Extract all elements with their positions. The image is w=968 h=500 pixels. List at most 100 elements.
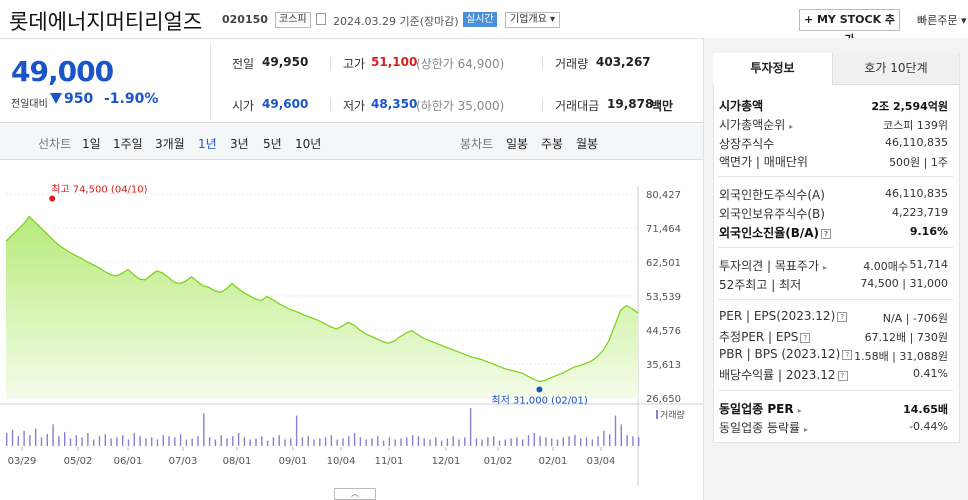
- add-mystock-button[interactable]: + MY STOCK 추가: [799, 9, 900, 46]
- volume-bar: [626, 435, 628, 446]
- price-area: [6, 216, 638, 398]
- volume-bar: [179, 434, 182, 446]
- change-label: 전일대비: [11, 99, 48, 110]
- volume-bar: [638, 437, 640, 446]
- listed-shares-value: 46,110,835: [885, 136, 948, 149]
- market-cap-value: 2조 2,594억원: [871, 100, 948, 113]
- stock-name: 롯데에너지머티리얼즈: [9, 10, 203, 34]
- volume-bar: [295, 415, 298, 446]
- volume-bar: [609, 434, 611, 446]
- volume-bar: [214, 439, 217, 446]
- lower-limit: (하한가 35,000): [416, 99, 505, 113]
- tab-investment-info[interactable]: 투자정보: [713, 53, 832, 84]
- foreign-holding-value: 4,223,719: [892, 206, 948, 219]
- volume-bar: [446, 438, 449, 446]
- opinion-label: 투자의견 | 목표주가 ▸: [719, 259, 827, 273]
- x-tick-label: 08/01: [223, 456, 252, 467]
- volume-bar: [545, 437, 547, 446]
- low-marker: [536, 386, 543, 393]
- x-tick-label: 12/01: [432, 456, 461, 467]
- volume-bar: [469, 408, 472, 446]
- volume-bar: [69, 438, 72, 446]
- prev-close-value: 49,950: [262, 55, 309, 69]
- volume-bar: [411, 435, 414, 446]
- volume-bar: [35, 428, 37, 446]
- foreign-limit-value: 46,110,835: [885, 187, 948, 200]
- divider: [718, 299, 953, 300]
- volume-bar: [440, 440, 443, 446]
- document-icon[interactable]: [316, 13, 326, 25]
- tab-10year[interactable]: 10년: [295, 135, 321, 152]
- tab-1week[interactable]: 1주일: [113, 135, 143, 152]
- opinion-value: 4.00매수: [863, 260, 908, 273]
- volume-bar: [487, 437, 489, 446]
- volume-bar: [591, 439, 593, 446]
- amount-value: 19,878: [607, 97, 654, 111]
- per-eps-value: N/A | -706원: [882, 312, 948, 325]
- collapse-chart-button[interactable]: ︿: [334, 488, 376, 500]
- y-tick-label: 53,539: [646, 292, 681, 303]
- tab-daily[interactable]: 일봉: [506, 135, 528, 152]
- volume-bar: [127, 439, 130, 446]
- y-tick-label: 80,427: [646, 190, 681, 201]
- volume-legend-icon: [656, 410, 658, 419]
- volume-bar: [237, 433, 240, 446]
- volume-bar: [232, 436, 234, 446]
- volume-bar: [52, 424, 54, 446]
- amount-unit: 백만: [651, 99, 674, 113]
- help-icon[interactable]: ?: [800, 332, 811, 343]
- y-tick-label: 44,576: [646, 326, 681, 337]
- volume-bar: [307, 436, 309, 446]
- tab-5year[interactable]: 5년: [263, 135, 282, 152]
- volume-bar: [568, 436, 570, 446]
- volume-bar: [510, 438, 512, 446]
- volume-bar: [226, 438, 228, 446]
- high-annotation: 최고 74,500 (04/10): [51, 183, 147, 195]
- volume-bar: [46, 434, 48, 446]
- y-tick-label: 35,613: [646, 360, 681, 371]
- volume-bar: [255, 438, 257, 446]
- tab-3year[interactable]: 3년: [230, 135, 249, 152]
- volume-bar: [58, 436, 60, 446]
- realtime-button[interactable]: 실시간: [463, 12, 497, 27]
- volume-bar: [313, 439, 315, 446]
- volume-bar: [551, 438, 553, 446]
- quick-order-button[interactable]: 빠른주문 ▾: [917, 12, 967, 28]
- foreign-ratio-label: 외국인소진율(B/A)?: [719, 224, 832, 241]
- volume-bar: [139, 436, 141, 446]
- volume-bar: [353, 433, 356, 446]
- tab-weekly[interactable]: 주봉: [541, 135, 563, 152]
- x-tick-label: 09/01: [279, 456, 308, 467]
- tab-1day[interactable]: 1일: [82, 135, 101, 152]
- volume-bar: [278, 435, 280, 446]
- high-label: 고가: [343, 57, 366, 71]
- amount-label: 거래대금: [555, 99, 600, 113]
- volume-bar: [168, 436, 170, 446]
- volume-bar: [504, 439, 506, 446]
- tab-1year[interactable]: 1년: [198, 135, 217, 152]
- x-tick-label: 02/01: [539, 456, 568, 467]
- tab-hoga-10[interactable]: 호가 10단계: [832, 53, 959, 85]
- volume-bar: [458, 439, 460, 446]
- x-tick-label: 05/02: [64, 456, 93, 467]
- tab-monthly[interactable]: 월봉: [576, 135, 598, 152]
- open-label: 시가: [232, 99, 255, 113]
- volume-bar: [93, 439, 95, 446]
- y-tick-label: 26,650: [646, 394, 681, 405]
- price-change: 950: [64, 91, 94, 107]
- volume-bar: [249, 439, 251, 446]
- volume-bar: [197, 436, 199, 446]
- tab-3month[interactable]: 3개월: [155, 135, 185, 152]
- volume-bar: [110, 438, 112, 446]
- volume-bar: [400, 438, 402, 446]
- low-value: 48,350: [371, 97, 418, 111]
- foreign-ratio-value: 9.16%: [909, 225, 948, 238]
- x-tick-label: 03/29: [8, 456, 37, 467]
- volume-bar: [516, 437, 518, 446]
- volume-bar: [243, 437, 246, 446]
- volume-bar: [40, 437, 43, 446]
- volume-bar: [11, 429, 14, 446]
- volume-bar: [23, 430, 25, 446]
- company-overview-dropdown[interactable]: 기업개요 ▾: [505, 12, 560, 28]
- price-chart[interactable]: 80,427 71,464 62,501 53,539 44,576 35,613 26,6…: [0, 160, 703, 486]
